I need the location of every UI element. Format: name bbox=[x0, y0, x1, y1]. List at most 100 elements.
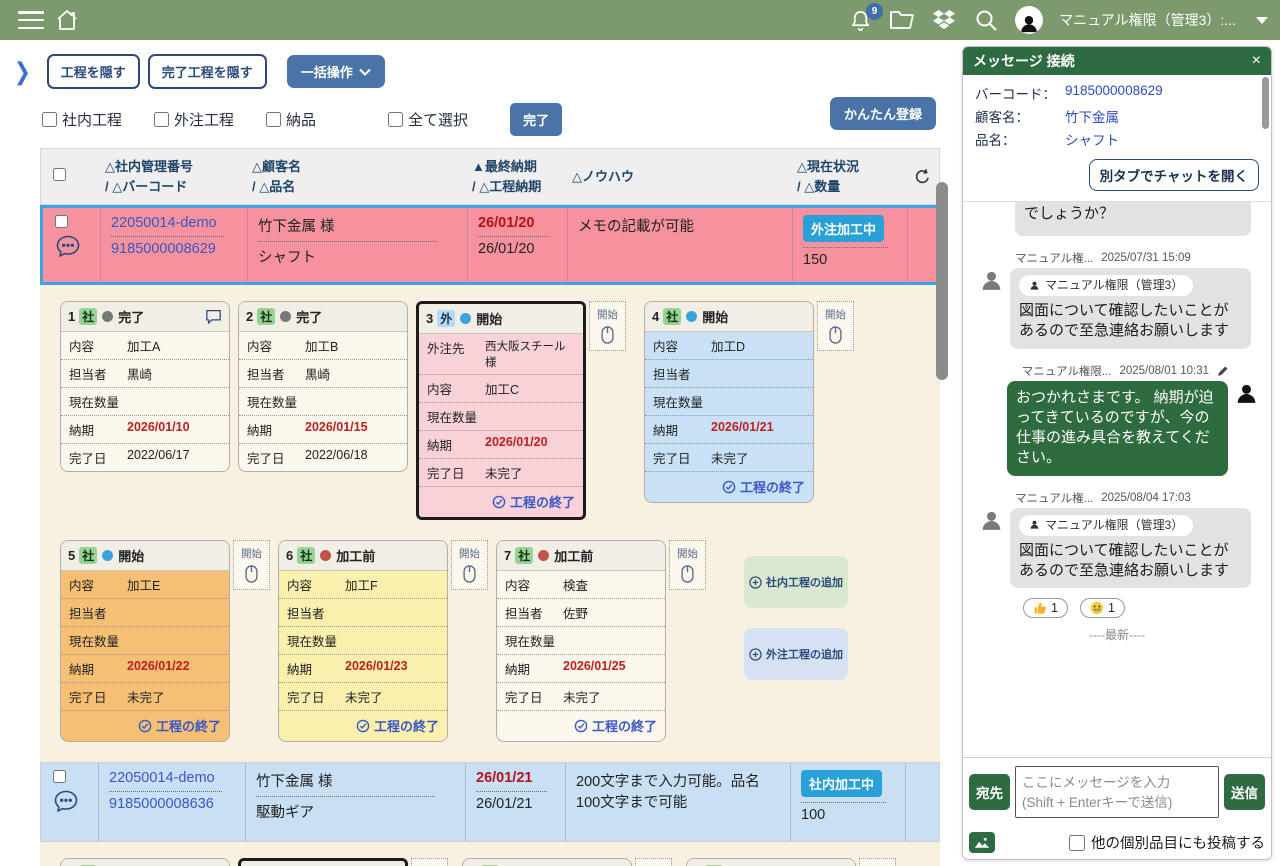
row-checkbox[interactable] bbox=[53, 770, 66, 783]
start-drag-box[interactable]: 開始 bbox=[669, 540, 706, 590]
info-customer: 竹下金属 bbox=[1065, 106, 1119, 126]
account-caret-down-icon[interactable] bbox=[1256, 17, 1268, 24]
check-circle-icon bbox=[574, 719, 588, 733]
attach-image-button[interactable] bbox=[969, 832, 995, 853]
edit-pencil-icon[interactable] bbox=[1217, 365, 1229, 377]
status-badge: 社内加工中 bbox=[801, 770, 882, 797]
notifications-bell-icon[interactable]: 9 bbox=[847, 7, 873, 33]
product-name: シャフト bbox=[258, 246, 457, 267]
end-process-link[interactable]: 工程の終了 bbox=[497, 711, 665, 741]
delivery-checkbox[interactable] bbox=[266, 112, 281, 127]
table-header-row: △社内管理番号/ △バーコード △顧客名/ △品名 ▲最終納期/ △工程納期 △… bbox=[40, 148, 940, 205]
collapse-panel-chevron-icon[interactable]: ❯ bbox=[14, 57, 31, 87]
process-card-7[interactable]: 7社加工前 内容検査 担当者佐野 現在数量 納期2026/01/25 完了日未完… bbox=[496, 540, 666, 742]
start-drag-box[interactable]: 開始 bbox=[589, 301, 626, 351]
filter-outsourced-process[interactable]: 外注工程 bbox=[154, 109, 234, 130]
message-incoming: マニュアル権...2025/07/31 15:09 マニュアル権限（管理3） 図… bbox=[971, 250, 1263, 349]
scrollbar-thumb[interactable] bbox=[936, 182, 948, 380]
start-drag-box[interactable]: 開始 bbox=[233, 540, 270, 590]
outsourced-process-checkbox[interactable] bbox=[154, 112, 169, 127]
start-drag-box[interactable]: 開始 bbox=[635, 858, 672, 866]
close-icon[interactable]: × bbox=[1252, 52, 1261, 70]
folder-icon[interactable] bbox=[889, 7, 915, 33]
management-number-link[interactable]: 22050014-demo bbox=[109, 770, 235, 786]
barcode-link[interactable]: 9185000008629 bbox=[111, 241, 237, 257]
internal-process-checkbox[interactable] bbox=[42, 112, 57, 127]
process-card-2-active[interactable]: 2社開始 内容加工E 担当者黒崎 bbox=[238, 858, 408, 866]
start-drag-box[interactable]: 開始 bbox=[411, 858, 448, 866]
chat-bubble-dots-icon[interactable] bbox=[55, 234, 81, 258]
start-drag-box[interactable]: 開始 bbox=[451, 540, 488, 590]
product-row-shaft[interactable]: 22050014-demo9185000008629 竹下金属 様シャフト 26… bbox=[40, 205, 940, 285]
process-card-4[interactable]: 4社開始 内容検査 担当者 bbox=[686, 858, 856, 866]
send-button[interactable]: 送信 bbox=[1224, 774, 1265, 810]
easy-register-button[interactable]: かんたん登録 bbox=[830, 97, 936, 130]
end-process-link[interactable]: 工程の終了 bbox=[279, 711, 447, 741]
menu-icon[interactable] bbox=[18, 11, 44, 29]
end-process-link[interactable]: 工程の終了 bbox=[645, 472, 813, 502]
filter-select-all[interactable]: 全て選択 bbox=[388, 109, 468, 130]
plus-circle-icon bbox=[749, 576, 762, 589]
search-icon[interactable] bbox=[973, 7, 999, 33]
sender-avatar-icon bbox=[979, 508, 1004, 533]
header-select-checkbox[interactable] bbox=[53, 168, 66, 181]
mouse-icon bbox=[601, 326, 614, 344]
bulk-action-button[interactable]: 一括操作 bbox=[287, 55, 385, 88]
process-card-5[interactable]: 5社開始 内容加工E 担当者 現在数量 納期2026/01/22 完了日未完了 … bbox=[60, 540, 230, 742]
filter-delivery[interactable]: 納品 bbox=[266, 109, 316, 130]
knowhow-note: 200文字まで入力可能。品名100文字まで可能 bbox=[576, 770, 780, 812]
user-account-label[interactable]: マニュアル権限（管理3）:... bbox=[1059, 10, 1236, 30]
hide-process-button[interactable]: 工程を隠す bbox=[47, 54, 140, 89]
management-number-link[interactable]: 22050014-demo bbox=[111, 215, 237, 231]
products-table: △社内管理番号/ △バーコード △顧客名/ △品名 ▲最終納期/ △工程納期 △… bbox=[40, 148, 940, 866]
status-dot-before-processing bbox=[320, 550, 331, 561]
row-checkbox[interactable] bbox=[55, 215, 68, 228]
hide-completed-process-button[interactable]: 完了工程を隠す bbox=[148, 54, 267, 89]
info-product: シャフト bbox=[1065, 129, 1119, 149]
add-internal-process-button[interactable]: 社内工程の追加 bbox=[744, 556, 848, 608]
start-drag-box[interactable]: 開始 bbox=[817, 301, 854, 351]
message-input[interactable] bbox=[1015, 766, 1219, 818]
home-icon[interactable] bbox=[54, 7, 80, 33]
process-card-3-active[interactable]: 3外開始 外注先西大阪スチール様 内容加工C 現在数量 納期2026/01/20… bbox=[416, 301, 586, 520]
add-outsource-process-button[interactable]: 外注工程の追加 bbox=[744, 628, 848, 680]
chat-scrollbar-thumb[interactable] bbox=[1262, 77, 1269, 129]
top-navigation-bar: 9 マニュアル権限（管理3）:... bbox=[0, 0, 1280, 40]
complete-button[interactable]: 完了 bbox=[510, 103, 562, 136]
open-chat-new-tab-button[interactable]: 別タブでチャットを開く bbox=[1089, 159, 1259, 191]
process-card-2[interactable]: 2社完了 内容加工B 担当者黒崎 現在数量 納期2026/01/15 完了日20… bbox=[238, 301, 408, 472]
column-header-customer[interactable]: △顧客名/ △品名 bbox=[246, 153, 466, 200]
reaction-smiley[interactable]: 1 bbox=[1080, 598, 1125, 618]
person-icon bbox=[1029, 519, 1040, 530]
barcode-link[interactable]: 9185000008636 bbox=[109, 796, 235, 812]
reaction-thumbs-up[interactable]: 1 bbox=[1023, 598, 1068, 618]
sender-name: マニュアル権... bbox=[1015, 490, 1093, 506]
user-avatar[interactable] bbox=[1015, 6, 1043, 34]
dropbox-icon[interactable] bbox=[931, 7, 957, 33]
select-all-checkbox[interactable] bbox=[388, 112, 403, 127]
column-header-knowhow[interactable]: △ノウハウ bbox=[566, 163, 791, 191]
column-header-status[interactable]: △現在状況/ △数量 bbox=[791, 153, 906, 200]
recipient-button[interactable]: 宛先 bbox=[969, 774, 1010, 810]
chat-bubble-dots-icon[interactable] bbox=[53, 789, 79, 813]
post-to-other-items-checkbox[interactable] bbox=[1069, 835, 1085, 851]
message-time: 2025/08/04 17:03 bbox=[1101, 492, 1191, 504]
main-scrollbar[interactable] bbox=[936, 182, 948, 866]
start-drag-box[interactable]: 開始 bbox=[859, 858, 896, 866]
process-card-1[interactable]: 1社完了 内容加工D 担当者半沢 bbox=[60, 858, 230, 866]
end-process-link[interactable]: 工程の終了 bbox=[61, 711, 229, 741]
message-text: おつかれさまです。 納期が迫ってきているのですが、今の仕事の進み具合を教えてくだ… bbox=[1007, 381, 1228, 476]
refresh-icon[interactable] bbox=[906, 164, 939, 189]
filter-internal-process[interactable]: 社内工程 bbox=[42, 109, 122, 130]
end-process-link[interactable]: 工程の終了 bbox=[419, 487, 583, 517]
card-chat-icon[interactable] bbox=[205, 309, 222, 324]
process-card-6[interactable]: 6社加工前 内容加工F 担当者 現在数量 納期2026/01/23 完了日未完了… bbox=[278, 540, 448, 742]
post-to-other-items-option[interactable]: 他の個別品目にも投稿する bbox=[1069, 832, 1265, 853]
message-time: 2025/08/01 10:31 bbox=[1119, 365, 1209, 377]
process-card-3[interactable]: 3社開始 内容加工F 担当者 bbox=[462, 858, 632, 866]
column-header-id[interactable]: △社内管理番号/ △バーコード bbox=[99, 153, 246, 200]
column-header-due[interactable]: ▲最終納期/ △工程納期 bbox=[466, 153, 566, 200]
process-card-4[interactable]: 4社開始 内容加工D 担当者 現在数量 納期2026/01/21 完了日未完了 … bbox=[644, 301, 814, 503]
product-row-drive-gear[interactable]: 22050014-demo9185000008636 竹下金属 様駆動ギア 26… bbox=[40, 762, 940, 842]
process-card-1[interactable]: 1社完了 内容加工A 担当者黒崎 現在数量 納期2026/01/10 完了日20… bbox=[60, 301, 230, 472]
